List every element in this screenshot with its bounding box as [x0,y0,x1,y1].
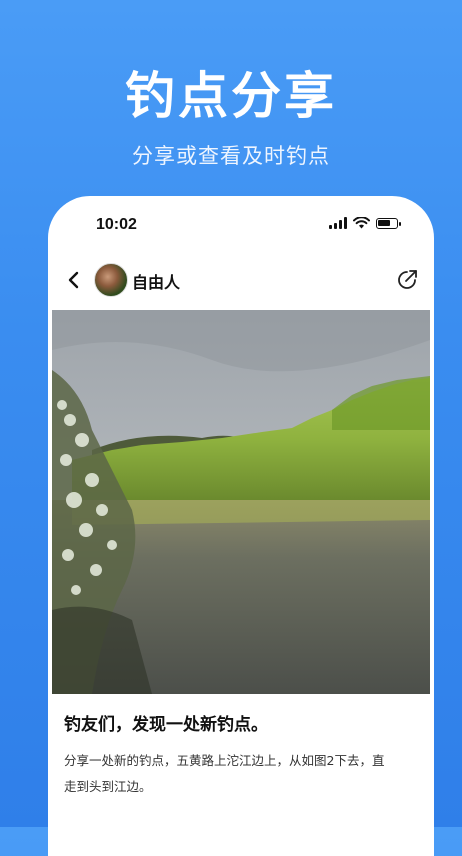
wifi-icon [353,217,370,229]
post-body: 分享一处新的钓点，五黄路上沱江边上，从如图2下去，直走到头到江边。 [64,753,385,794]
signal-icon [329,217,347,229]
promo-subtitle: 分享或查看及时钓点 [132,144,330,168]
status-time: 10:02 [96,216,137,233]
avatar[interactable] [94,263,128,297]
status-icons [329,217,401,229]
post-photo[interactable] [52,310,430,694]
phone-mockup: 10:02 自由人 钓友们，发现一处新钓点。 分享一处新的钓点，五黄路上沱江边上… [48,196,434,856]
share-icon [398,270,417,289]
promo-title: 钓点分享 [125,67,337,125]
status-bar: 10:02 [48,196,434,252]
username[interactable]: 自由人 [132,269,180,293]
post-title: 钓友们，发现一处新钓点。 [64,715,268,735]
back-button[interactable] [62,268,86,292]
lake-landscape-image [52,310,430,694]
chevron-left-icon [68,271,79,289]
battery-icon [376,217,401,229]
nav-bar: 自由人 [48,258,434,306]
share-button[interactable] [396,267,420,291]
